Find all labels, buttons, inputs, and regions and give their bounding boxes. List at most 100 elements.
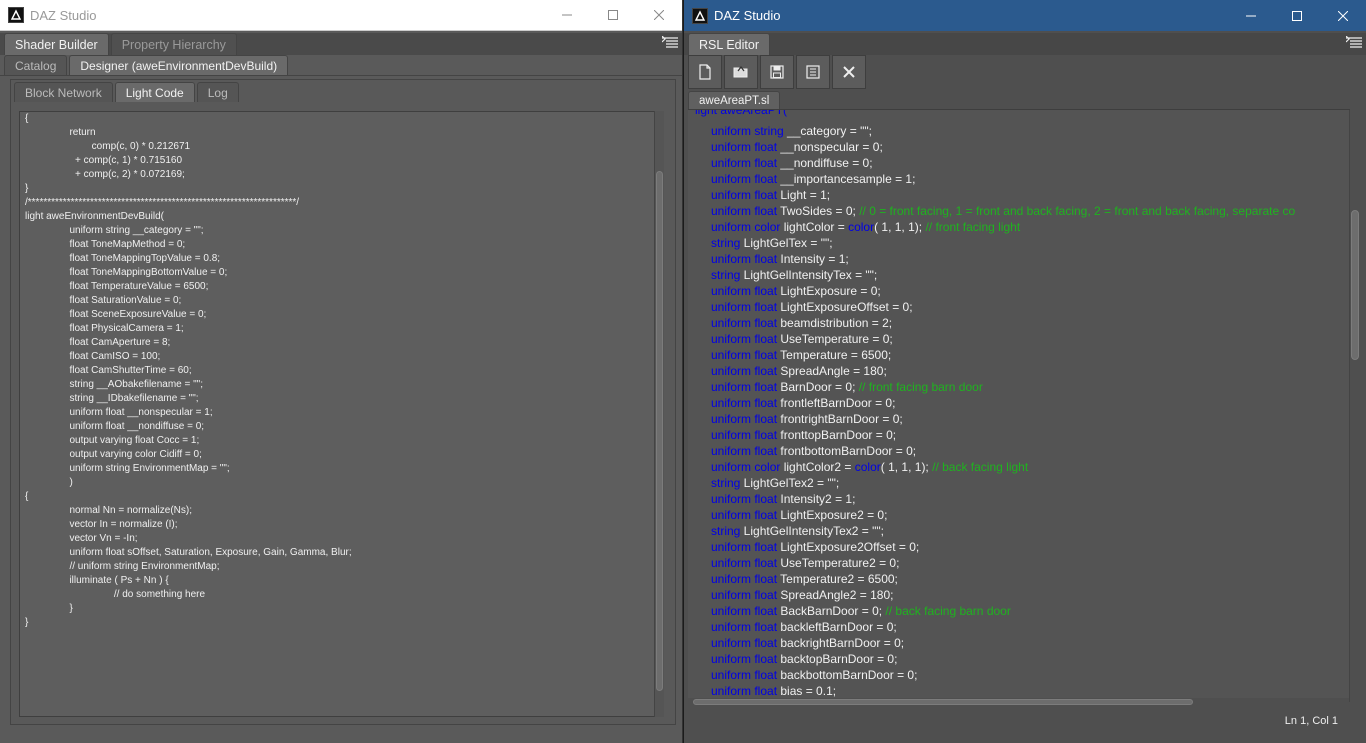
keyword-token: uniform float (711, 588, 778, 602)
code-line: + comp(c, 1) * 0.715160 (25, 155, 183, 166)
code-line: } (25, 603, 73, 614)
tab-shader-builder[interactable]: Shader Builder (4, 33, 109, 55)
compile-button[interactable] (796, 55, 830, 89)
code-line: } (25, 617, 29, 628)
code-line: { (25, 491, 29, 502)
keyword-token: uniform float (711, 668, 778, 682)
keyword-token: uniform float (711, 540, 778, 554)
title-bar: DAZ Studio (0, 0, 682, 31)
code-line: string __AObakefilename = ""; (25, 379, 204, 390)
close-button[interactable] (1320, 0, 1366, 31)
code-line: uniform float frontbottomBarnDoor = 0; (711, 443, 1295, 459)
keyword-token: uniform float (711, 284, 778, 298)
scrollbar-thumb[interactable] (656, 171, 663, 691)
code-line: float SceneExposureValue = 0; (25, 309, 207, 320)
keyword-token: string (711, 268, 741, 282)
tab-light-code[interactable]: Light Code (114, 82, 195, 102)
new-file-button[interactable] (688, 55, 722, 89)
code-line: float SaturationValue = 0; (25, 295, 182, 306)
scrollbar-thumb[interactable] (1351, 210, 1359, 360)
save-button[interactable] (760, 55, 794, 89)
keyword-token: string (711, 236, 741, 250)
code-line: output varying color Cidiff = 0; (25, 449, 202, 460)
code-token: bias = 0.1; (777, 684, 837, 698)
keyword-token: color (848, 220, 875, 234)
code-line: uniform float backleftBarnDoor = 0; (711, 619, 1295, 635)
tab-property-hierarchy[interactable]: Property Hierarchy (110, 33, 237, 55)
code-token: lightColor2 = (780, 460, 855, 474)
vertical-scrollbar[interactable] (1349, 110, 1360, 702)
cursor-position: Ln 1, Col 1 (1284, 715, 1338, 727)
code-line: comp(c, 0) * 0.212671 (25, 141, 191, 152)
light-code-editor[interactable]: { return comp(c, 0) * 0.212671 + comp(c,… (19, 111, 656, 717)
comment-token: // back facing light (932, 460, 1029, 474)
code-line: uniform float frontleftBarnDoor = 0; (711, 395, 1295, 411)
vertical-scrollbar[interactable] (654, 111, 664, 717)
pane-menu-icon[interactable] (662, 36, 678, 50)
code-line: float ToneMapMethod = 0; (25, 239, 186, 250)
code-token: __nonspecular = 0; (777, 140, 883, 154)
code-line: vector In = normalize (I); (25, 519, 178, 530)
code-line: normal Nn = normalize(Ns); (25, 505, 192, 516)
code-line: uniform float __nonspecular = 0; (711, 139, 1295, 155)
keyword-token: uniform float (711, 172, 778, 186)
code-token: SpreadAngle2 = 180; (777, 588, 894, 602)
code-line: float CamShutterTime = 60; (25, 365, 192, 376)
code-token: Intensity = 1; (777, 252, 849, 266)
code-line: string LightGelTex = ""; (711, 235, 1295, 251)
code-line: uniform float Temperature2 = 6500; (711, 571, 1295, 587)
keyword-token: uniform float (711, 444, 778, 458)
code-token: LightExposure2Offset = 0; (777, 540, 920, 554)
save-icon (770, 65, 784, 79)
tab-log[interactable]: Log (196, 82, 239, 102)
code-line: uniform float SpreadAngle2 = 180; (711, 587, 1295, 603)
code-line: uniform float BarnDoor = 0; // front fac… (711, 379, 1295, 395)
code-line: uniform float SpreadAngle = 180; (711, 363, 1295, 379)
tab-designer[interactable]: Designer (aweEnvironmentDevBuild) (69, 55, 289, 75)
code-line: uniform float fronttopBarnDoor = 0; (711, 427, 1295, 443)
code-token: TwoSides = 0; (777, 204, 860, 218)
code-line: // do something here (25, 589, 206, 600)
code-token: LightExposure = 0; (777, 284, 881, 298)
code-line: { (25, 113, 29, 124)
code-line: float CamISO = 100; (25, 351, 161, 362)
code-line: uniform float LightExposure2Offset = 0; (711, 539, 1295, 555)
daz-logo-icon (692, 7, 708, 24)
code-line: output varying float Cocc = 1; (25, 435, 200, 446)
code-line: string LightGelIntensityTex2 = ""; (711, 523, 1295, 539)
tab-rsl-editor[interactable]: RSL Editor (688, 33, 770, 55)
code-token: frontrightBarnDoor = 0; (777, 412, 903, 426)
close-file-button[interactable] (832, 55, 866, 89)
close-button[interactable] (636, 0, 682, 31)
hscroll-thumb[interactable] (693, 699, 1193, 705)
code-line: uniform float BackBarnDoor = 0; // back … (711, 603, 1295, 619)
code-token: LightExposure2 = 0; (777, 508, 888, 522)
tab-catalog[interactable]: Catalog (4, 55, 68, 75)
pane-menu-icon[interactable] (1346, 36, 1362, 50)
code-token: beamdistribution = 2; (777, 316, 893, 330)
maximize-button[interactable] (590, 0, 636, 31)
code-first-line: light aweAreaPT( (695, 110, 788, 117)
horizontal-scrollbar[interactable] (690, 698, 1346, 706)
code-token: Intensity2 = 1; (777, 492, 856, 506)
keyword-token: uniform float (711, 412, 778, 426)
tab-block-network[interactable]: Block Network (14, 82, 113, 102)
file-tab[interactable]: aweAreaPT.sl (688, 91, 781, 109)
code-line: uniform float UseTemperature = 0; (711, 331, 1295, 347)
code-token: LightGelIntensityTex = ""; (740, 268, 878, 282)
open-file-button[interactable] (724, 55, 758, 89)
rsl-code-editor[interactable]: light aweAreaPT( uniform string __catego… (688, 110, 1349, 698)
keyword-token: uniform color (711, 220, 781, 234)
code-line: string LightGelIntensityTex = ""; (711, 267, 1295, 283)
code-line: string __IDbakefilename = ""; (25, 393, 199, 404)
code-line: ) (25, 477, 73, 488)
maximize-button[interactable] (1274, 0, 1320, 31)
minimize-button[interactable] (1228, 0, 1274, 31)
code-line: uniform string __category = ""; (25, 225, 204, 236)
minimize-button[interactable] (544, 0, 590, 31)
code-line: uniform float Intensity = 1; (711, 251, 1295, 267)
code-line: uniform string __category = ""; (711, 123, 1295, 139)
code-line: uniform float __nonspecular = 1; (25, 407, 213, 418)
keyword-token: uniform float (711, 204, 778, 218)
code-line: uniform float backrightBarnDoor = 0; (711, 635, 1295, 651)
